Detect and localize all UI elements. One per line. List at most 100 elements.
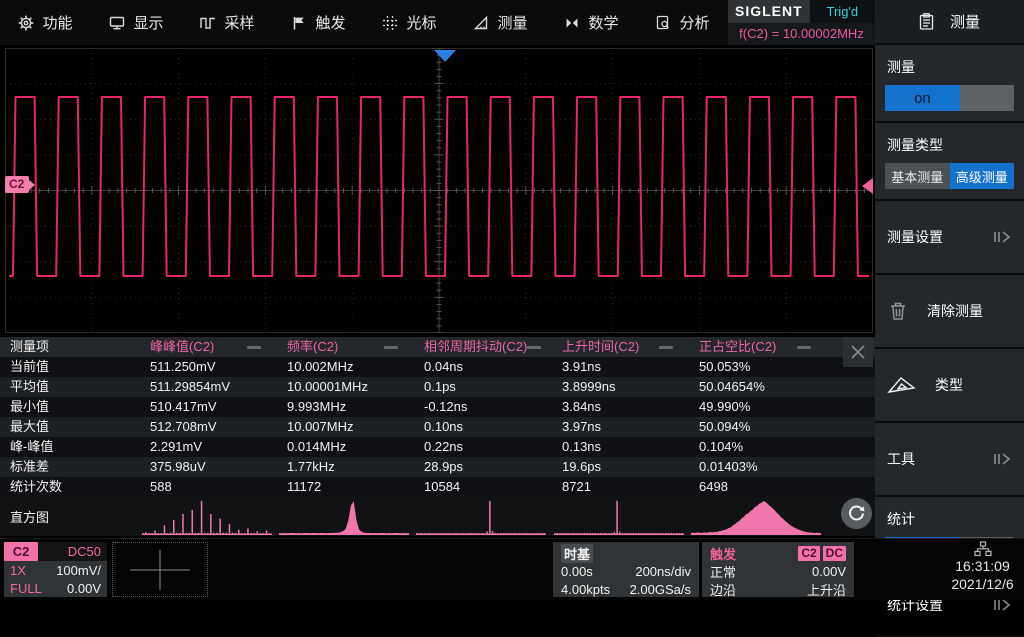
remove-column-button[interactable]	[247, 346, 261, 349]
channel-info-box[interactable]: C2 DC50 1X100mV/ FULL0.00V	[4, 542, 107, 597]
cell: 50.094%	[689, 417, 827, 437]
cell: 375.98uV	[140, 457, 277, 477]
clock-time: 16:31:09	[955, 558, 1010, 574]
cell: 0.10ns	[414, 417, 552, 437]
trigger-type: 边沿	[710, 580, 736, 599]
cell: 50.053%	[689, 357, 827, 377]
timebase-points: 4.00kpts	[561, 582, 610, 597]
cell: 2.291mV	[140, 437, 277, 457]
acquire-icon	[200, 15, 216, 31]
measure-settings-item[interactable]: 测量设置	[875, 201, 1024, 273]
trigger-info-box[interactable]: 触发 C2 DC 正常0.00V 边沿上升沿	[702, 542, 854, 597]
clear-measure-button[interactable]: 清除测量	[875, 275, 1024, 347]
menu-acquire[interactable]: 采样	[182, 0, 273, 45]
clock-date: 2021/12/6	[951, 576, 1013, 592]
row-label: 峰-峰值	[0, 437, 140, 457]
trigger-status: Trig'd	[810, 0, 875, 23]
cell: 10584	[414, 477, 552, 497]
gear-icon	[18, 15, 34, 31]
timebase-delay: 0.00s	[561, 564, 593, 579]
measurement-table: 测量项 峰峰值(C2) 频率(C2) 相邻周期抖动(C2) 上升时间(C2) 正…	[0, 337, 875, 536]
cell: 3.97ns	[552, 417, 689, 437]
set-square-icon	[887, 374, 917, 396]
cell: -0.12ns	[414, 397, 552, 417]
menu-label: 数学	[588, 12, 618, 33]
basic-measure-button[interactable]: 基本测量	[885, 163, 950, 189]
trigger-level-marker[interactable]	[862, 178, 873, 194]
cell: 19.6ps	[552, 457, 689, 477]
menu-label: 触发	[315, 12, 345, 33]
trash-icon	[887, 300, 909, 322]
toggle-on-segment[interactable]: on	[885, 85, 960, 111]
menu-math[interactable]: 数学	[546, 0, 637, 45]
row-label: 最小值	[0, 397, 140, 417]
cell: 9.993MHz	[277, 397, 414, 417]
channel-name-chip: C2	[4, 542, 38, 561]
trigger-level: 0.00V	[812, 564, 846, 579]
cell: 588	[140, 477, 277, 497]
trigger-source-chip: C2	[798, 546, 819, 561]
menu-functions[interactable]: 功能	[0, 0, 91, 45]
add-channel-slot[interactable]	[112, 542, 208, 597]
bottom-status-bar: C2 DC50 1X100mV/ FULL0.00V 时基 0.00s200ns…	[0, 538, 1024, 600]
remove-column-button[interactable]	[659, 346, 673, 349]
menu-display[interactable]: 显示	[91, 0, 182, 45]
toggle-off-segment[interactable]	[960, 85, 1014, 111]
menu-trigger[interactable]: 触发	[273, 0, 364, 45]
histogram-duty-cycle	[691, 499, 821, 535]
cell: 28.9ps	[414, 457, 552, 477]
timebase-samplerate: 2.00GSa/s	[630, 582, 691, 597]
table-row: 峰-峰值 2.291mV 0.014MHz 0.22ns 0.13ns 0.10…	[0, 437, 875, 457]
graticule-and-trace	[5, 48, 873, 333]
sidebar-title: 测量	[950, 11, 980, 32]
type-item-label: 类型	[935, 375, 963, 395]
cell: 3.91ns	[552, 357, 689, 377]
remove-column-button[interactable]	[527, 346, 541, 349]
table-row: 当前值 511.250mV 10.002MHz 0.04ns 3.91ns 50…	[0, 357, 875, 377]
menu-label: 显示	[133, 12, 163, 33]
tools-label: 工具	[887, 449, 915, 469]
menu-analysis[interactable]: 分析	[637, 0, 728, 45]
math-icon	[564, 15, 580, 31]
column-header: 正占空比(C2)	[699, 337, 776, 357]
row-label: 平均值	[0, 377, 140, 397]
refresh-icon	[847, 504, 866, 523]
measure-type-item[interactable]: 类型	[875, 349, 1024, 421]
channel-offset-marker[interactable]: C2	[5, 176, 29, 193]
close-table-button[interactable]	[843, 337, 873, 367]
table-row: 平均值 511.29854mV 10.00001MHz 0.1ps 3.8999…	[0, 377, 875, 397]
cell: 6498	[689, 477, 827, 497]
measure-enable-toggle[interactable]: on	[885, 85, 1014, 111]
table-row: 最大值 512.708mV 10.007MHz 0.10ns 3.97ns 50…	[0, 417, 875, 437]
row-label: 标准差	[0, 457, 140, 477]
display-icon	[109, 15, 125, 31]
menu-measure[interactable]: 测量	[455, 0, 546, 45]
remove-column-button[interactable]	[797, 346, 811, 349]
remove-column-button[interactable]	[384, 346, 398, 349]
reset-statistics-button[interactable]	[841, 498, 872, 529]
row-label: 最大值	[0, 417, 140, 437]
menu-label: 分析	[679, 12, 709, 33]
cell: 0.22ns	[414, 437, 552, 457]
histogram-label: 直方图	[0, 507, 140, 526]
cell: 0.104%	[689, 437, 827, 457]
table-row: 标准差 375.98uV 1.77kHz 28.9ps 19.6ps 0.014…	[0, 457, 875, 477]
channel-scale: 100mV/	[56, 563, 101, 578]
top-menu-bar: 功能 显示 采样 触发 光标 测量 数学 分析 SIGLENT Trig'd f…	[0, 0, 875, 45]
cell: 511.250mV	[140, 357, 277, 377]
submenu-arrow-icon	[992, 230, 1012, 244]
timebase-info-box[interactable]: 时基 0.00s200ns/div 4.00kpts2.00GSa/s	[553, 542, 699, 597]
trigger-position-marker[interactable]	[434, 50, 456, 62]
column-header: 峰峰值(C2)	[150, 337, 214, 357]
menu-cursors[interactable]: 光标	[364, 0, 455, 45]
measure-settings-label: 测量设置	[887, 227, 943, 247]
tools-item[interactable]: 工具	[875, 423, 1024, 495]
trigger-slope: 上升沿	[807, 580, 846, 599]
advanced-measure-button[interactable]: 高级测量	[950, 163, 1015, 189]
trigger-flag-icon	[291, 15, 307, 31]
cell: 50.04654%	[689, 377, 827, 397]
cell: 0.014MHz	[277, 437, 414, 457]
timebase-scale: 200ns/div	[635, 564, 691, 579]
cursors-icon	[382, 15, 398, 31]
waveform-display[interactable]: C2	[5, 48, 873, 333]
